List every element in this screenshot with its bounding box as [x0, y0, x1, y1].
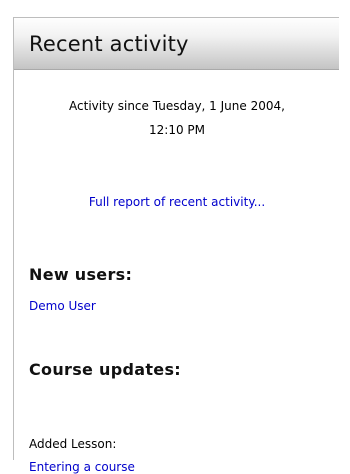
activity-since-date: Activity since Tuesday, 1 June 2004, [69, 99, 285, 113]
course-updates-heading: Course updates: [29, 360, 181, 379]
update-label-added-lesson: Added Lesson: [29, 437, 117, 451]
activity-since-time: 12:10 PM [149, 123, 205, 137]
activity-since-text: Activity since Tuesday, 1 June 2004, 12:… [14, 94, 340, 142]
full-report-link[interactable]: Full report of recent activity... [14, 195, 340, 209]
block-header: Recent activity [14, 18, 339, 70]
new-users-heading: New users: [29, 265, 133, 284]
block-title: Recent activity [29, 31, 189, 56]
recent-activity-block: Recent activity Activity since Tuesday, … [13, 17, 340, 474]
lesson-link-entering-a-course[interactable]: Entering a course [29, 460, 135, 474]
user-link-demo-user[interactable]: Demo User [29, 299, 96, 313]
